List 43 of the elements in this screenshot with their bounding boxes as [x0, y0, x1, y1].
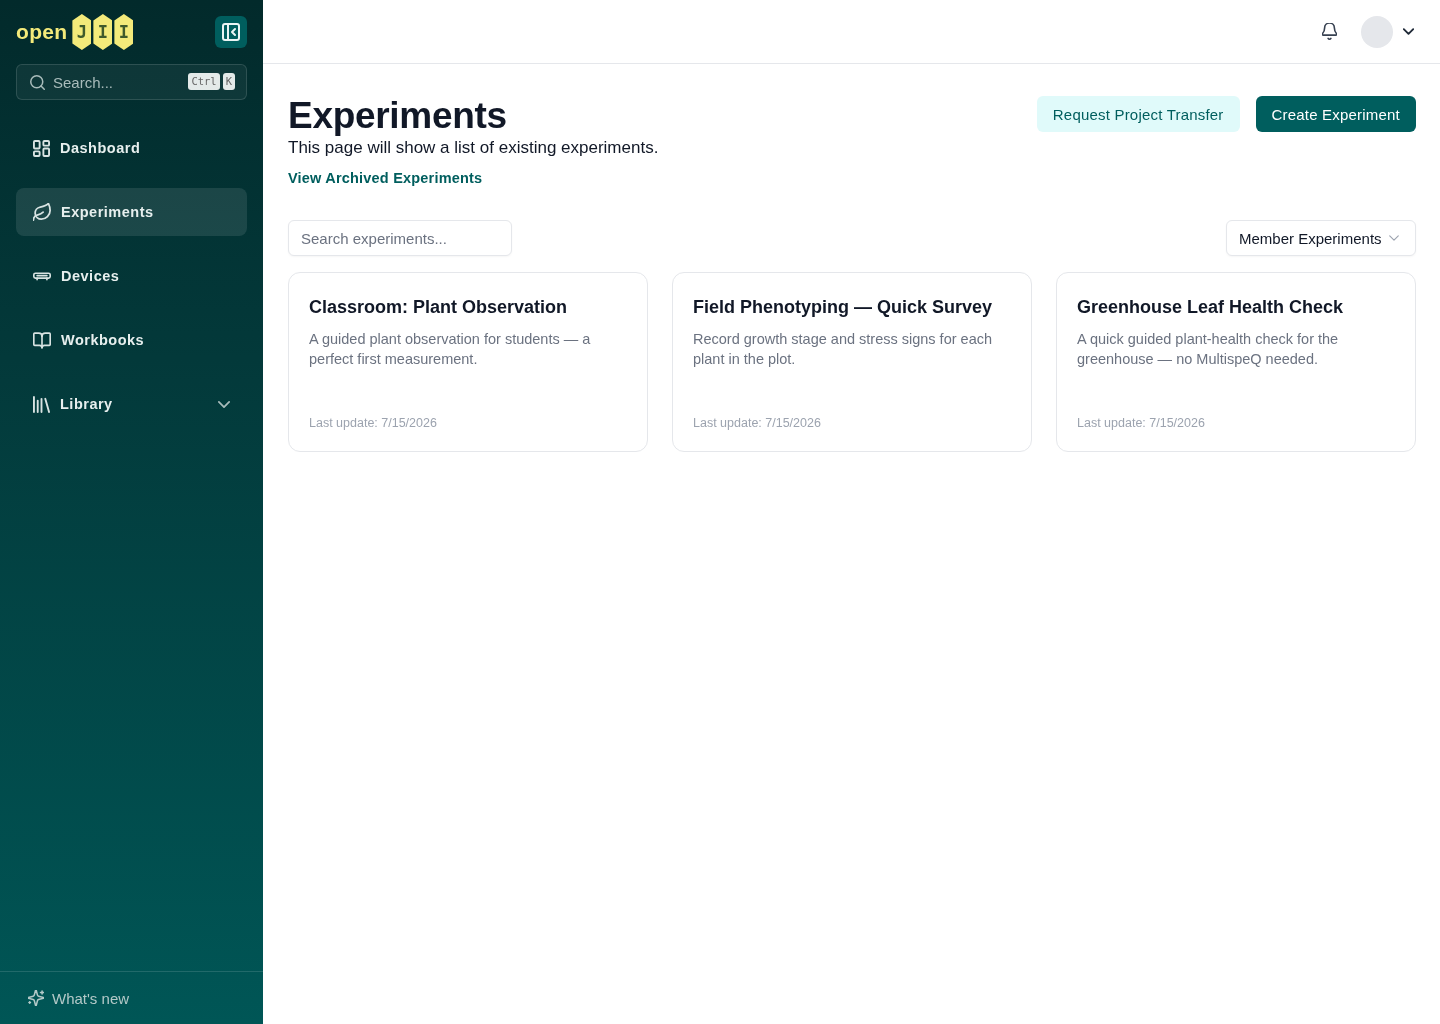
page-title: Experiments	[288, 96, 508, 136]
chevron-down-icon	[1389, 235, 1399, 241]
whats-new-link[interactable]: What's new	[28, 989, 130, 1007]
chevron-down-icon[interactable]	[1403, 28, 1414, 35]
sidebar-item[interactable]: Devices	[16, 252, 247, 300]
book-icon	[33, 331, 51, 349]
search-input[interactable]: Search experiments...	[288, 220, 512, 256]
search-icon	[30, 75, 45, 90]
sidebar-item[interactable]: Workbooks	[16, 316, 247, 364]
card-description: A quick guided plant-health check for the greenhouse — no MultispeQ needed.	[1077, 330, 1340, 369]
card-description: Record growth stage and stress signs for each plant in the plot.	[693, 330, 993, 369]
leaf-icon	[33, 203, 51, 221]
logo-tile: J	[72, 14, 92, 50]
grid-icon	[33, 139, 50, 157]
experiment-card[interactable]: Classroom: Plant Observation A guided plant observation for students — a perfect first measurement. Last update: 7/15/2026	[288, 272, 648, 452]
panel-left-icon	[222, 23, 240, 41]
device-icon	[33, 271, 51, 281]
page-description: This page will show a list of existing experiments.	[288, 137, 659, 159]
experiment-card[interactable]: Field Phenotyping — Quick Survey Record growth stage and stress signs for each plant in the plot. Last update: 7/15/2026	[672, 272, 1032, 452]
sparkles-icon	[28, 990, 44, 1006]
last-update-text: Last update: 7/15/2026	[693, 415, 822, 431]
sidebar-item[interactable]: Library	[16, 380, 247, 428]
logo-text: open	[16, 20, 68, 44]
bell-icon	[1321, 23, 1337, 40]
sidebar-item[interactable]: Dashboard	[16, 124, 247, 172]
shortcut-key: Ctrl	[188, 73, 220, 90]
create-button[interactable]: Create Experiment	[1255, 96, 1416, 132]
card-title: Greenhouse Leaf Health Check	[1077, 296, 1345, 319]
sidebar-item[interactable]: Experiments	[16, 188, 247, 236]
card-description: A guided plant observation for students — a perfect first measurement.	[309, 330, 592, 369]
books-icon	[33, 395, 50, 413]
logo-tile: I	[114, 14, 134, 50]
experiment-card[interactable]: Greenhouse Leaf Health Check A quick guided plant-health check for the greenhouse — no MultispeQ needed. Last update: 7/15/2026	[1056, 272, 1416, 452]
shortcut-key: K	[222, 73, 235, 90]
last-update-text: Last update: 7/15/2026	[1077, 415, 1206, 431]
card-title: Field Phenotyping — Quick Survey	[693, 296, 994, 319]
logo-tile: I	[93, 14, 113, 50]
archived-experiments-link[interactable]: View Archived Experiments	[288, 168, 483, 188]
collapse-sidebar-button[interactable]	[215, 16, 247, 48]
transfer-button[interactable]: Request Project Transfer	[1036, 96, 1240, 132]
filter-dropdown[interactable]: Member Experiments	[1226, 220, 1416, 256]
last-update-text: Last update: 7/15/2026	[309, 415, 438, 431]
card-title: Classroom: Plant Observation	[309, 296, 569, 319]
